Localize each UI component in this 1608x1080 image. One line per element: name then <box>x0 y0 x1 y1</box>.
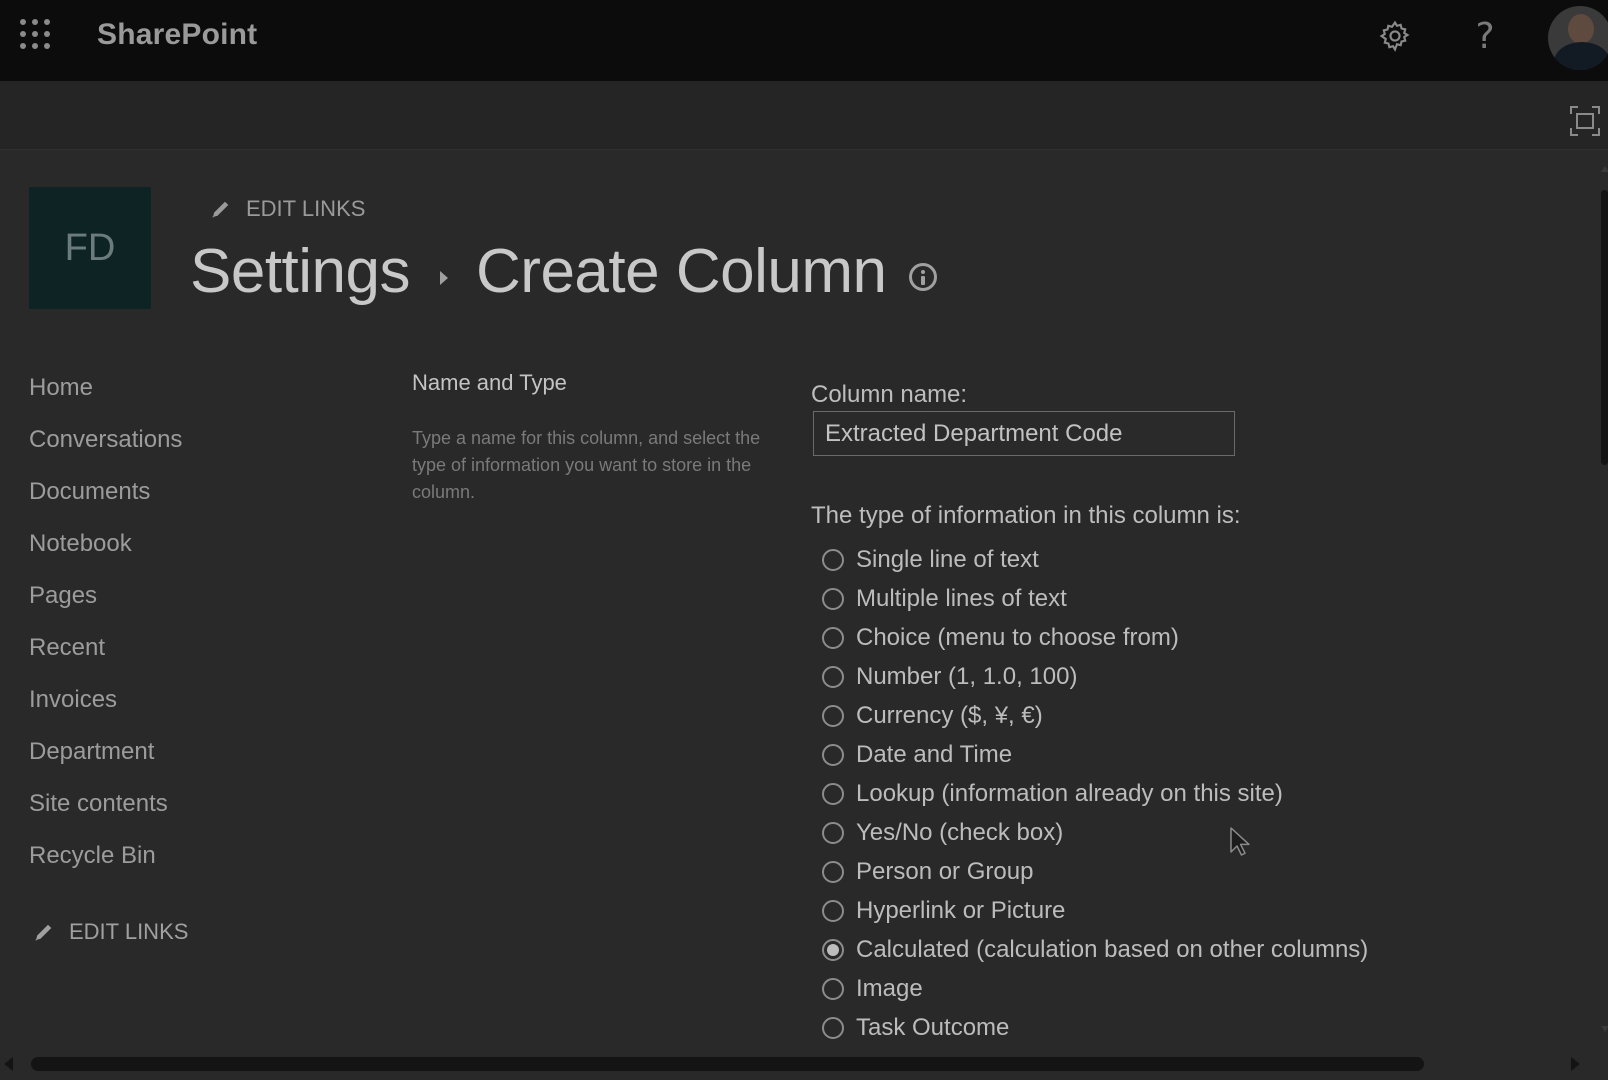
type-option-label: Currency ($, ¥, €) <box>856 701 1043 729</box>
nav-item-site-contents[interactable]: Site contents <box>29 784 182 836</box>
type-option-label: Task Outcome <box>856 1013 1010 1041</box>
brand-title[interactable]: SharePoint <box>97 18 257 52</box>
column-name-label: Column name: <box>811 381 968 408</box>
site-logo-text: FD <box>64 226 116 269</box>
top-nav-edit-links-label: EDIT LINKS <box>246 196 366 221</box>
type-option-label: Lookup (information already on this site… <box>856 779 1283 807</box>
column-type-radio-group: Single line of text Multiple lines of te… <box>822 540 1368 1047</box>
scroll-down-arrow-icon[interactable] <box>1601 1026 1608 1032</box>
type-option-multiple-lines[interactable]: Multiple lines of text <box>822 579 1368 618</box>
radio-button[interactable] <box>822 626 844 649</box>
type-option-person-group[interactable]: Person or Group <box>822 852 1368 891</box>
type-option-currency[interactable]: Currency ($, ¥, €) <box>822 696 1368 735</box>
section-description: Type a name for this column, and select … <box>412 428 761 502</box>
nav-item-pages[interactable]: Pages <box>29 576 182 628</box>
breadcrumb-settings[interactable]: Settings <box>190 236 411 307</box>
gear-icon[interactable] <box>1377 18 1413 54</box>
type-option-label: Yes/No (check box) <box>856 818 1064 846</box>
radio-button[interactable] <box>822 860 844 883</box>
type-option-label: Calculated (calculation based on other c… <box>856 935 1369 963</box>
type-option-label: Image <box>856 974 923 1002</box>
radio-button[interactable] <box>822 704 844 727</box>
section-title: Name and Type <box>412 370 567 395</box>
radio-button[interactable] <box>822 548 844 571</box>
scroll-left-arrow-icon[interactable] <box>4 1057 13 1071</box>
command-bar <box>0 81 1608 150</box>
quick-launch: Home Conversations Documents Notebook Pa… <box>29 368 182 888</box>
nav-item-home[interactable]: Home <box>29 368 182 420</box>
type-option-choice[interactable]: Choice (menu to choose from) <box>822 618 1368 657</box>
radio-button[interactable] <box>822 899 844 922</box>
breadcrumb-separator-icon <box>440 270 449 285</box>
radio-button[interactable] <box>822 743 844 766</box>
type-option-label: Date and Time <box>856 740 1013 768</box>
type-option-label: Person or Group <box>856 857 1034 885</box>
type-option-label: Number (1, 1.0, 100) <box>856 662 1078 690</box>
type-option-label: Multiple lines of text <box>856 584 1067 612</box>
type-option-calculated[interactable]: Calculated (calculation based on other c… <box>822 930 1368 969</box>
type-option-hyperlink[interactable]: Hyperlink or Picture <box>822 891 1368 930</box>
app-launcher-icon[interactable] <box>20 19 52 51</box>
info-icon[interactable] <box>908 262 937 291</box>
radio-button[interactable] <box>822 821 844 844</box>
suite-bar: SharePoint ? <box>0 0 1608 81</box>
type-option-date-time[interactable]: Date and Time <box>822 735 1368 774</box>
top-nav-edit-links[interactable]: EDIT LINKS <box>210 196 365 222</box>
nav-edit-links[interactable]: EDIT LINKS <box>33 919 188 945</box>
pencil-icon <box>35 924 52 941</box>
nav-item-department[interactable]: Department <box>29 732 182 784</box>
type-option-label: Single line of text <box>856 545 1039 573</box>
radio-button-checked[interactable] <box>822 938 844 961</box>
focus-mode-icon[interactable] <box>1569 105 1601 137</box>
radio-button[interactable] <box>822 782 844 805</box>
avatar[interactable] <box>1548 6 1608 70</box>
nav-item-invoices[interactable]: Invoices <box>29 680 182 732</box>
vertical-scrollbar-thumb[interactable] <box>1601 190 1608 465</box>
type-option-task-outcome[interactable]: Task Outcome <box>822 1008 1368 1047</box>
radio-button[interactable] <box>822 1016 844 1039</box>
radio-button[interactable] <box>822 665 844 688</box>
mouse-cursor-icon <box>1230 827 1250 856</box>
type-option-yes-no[interactable]: Yes/No (check box) <box>822 813 1368 852</box>
breadcrumb-current: Create Column <box>476 237 887 306</box>
nav-edit-links-label: EDIT LINKS <box>69 919 189 944</box>
page-title: Settings Create Column <box>190 236 937 307</box>
column-name-input[interactable] <box>813 411 1235 456</box>
scroll-right-arrow-icon[interactable] <box>1571 1057 1580 1071</box>
type-option-image[interactable]: Image <box>822 969 1368 1008</box>
scroll-up-arrow-icon[interactable] <box>1601 166 1608 172</box>
type-option-single-line[interactable]: Single line of text <box>822 540 1368 579</box>
nav-item-recent[interactable]: Recent <box>29 628 182 680</box>
radio-button[interactable] <box>822 977 844 1000</box>
nav-item-notebook[interactable]: Notebook <box>29 524 182 576</box>
help-icon[interactable]: ? <box>1467 16 1503 57</box>
type-option-label: Choice (menu to choose from) <box>856 623 1179 651</box>
radio-button[interactable] <box>822 587 844 610</box>
type-option-number[interactable]: Number (1, 1.0, 100) <box>822 657 1368 696</box>
nav-item-documents[interactable]: Documents <box>29 472 182 524</box>
site-logo[interactable]: FD <box>29 187 151 309</box>
type-option-lookup[interactable]: Lookup (information already on this site… <box>822 774 1368 813</box>
column-type-label: The type of information in this column i… <box>811 502 1241 529</box>
pencil-icon <box>212 201 229 218</box>
nav-item-conversations[interactable]: Conversations <box>29 420 182 472</box>
type-option-label: Hyperlink or Picture <box>856 896 1066 924</box>
horizontal-scrollbar-thumb[interactable] <box>31 1057 1424 1071</box>
nav-item-recycle-bin[interactable]: Recycle Bin <box>29 836 182 888</box>
